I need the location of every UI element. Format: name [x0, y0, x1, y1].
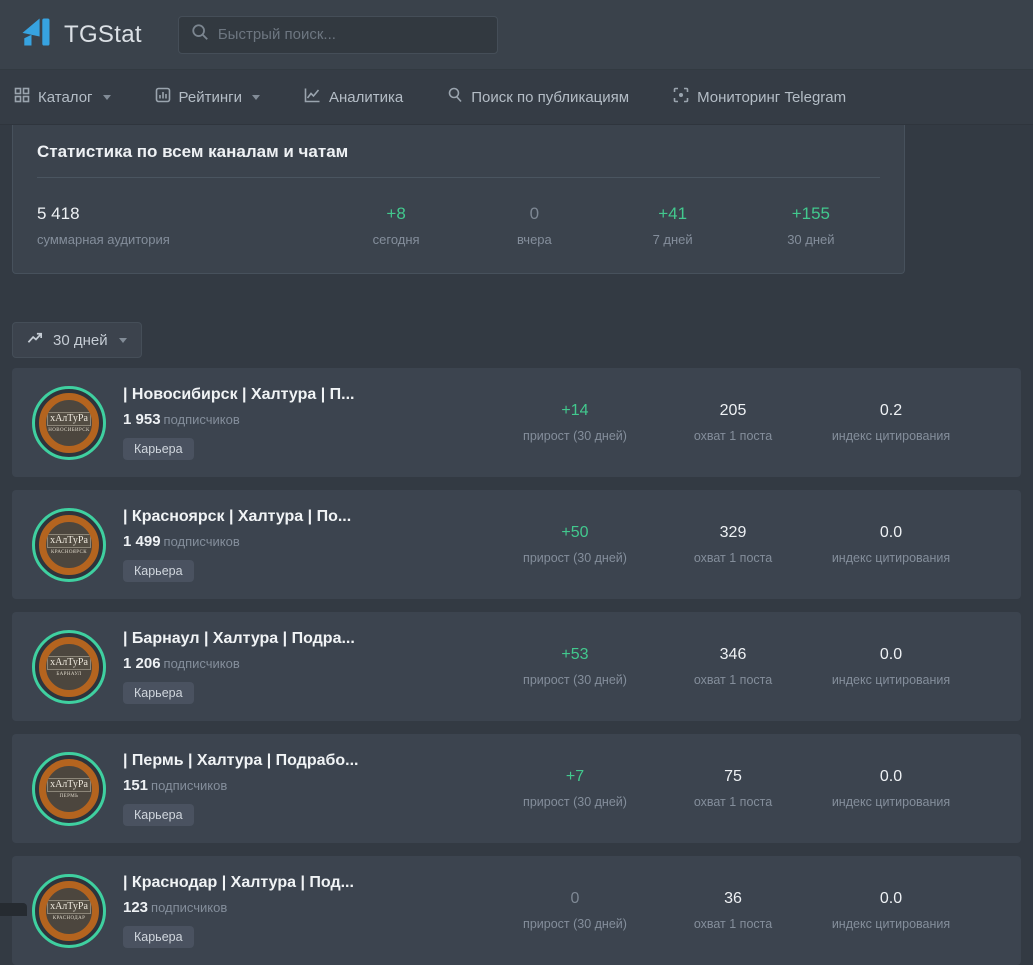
tgstat-logo-icon: [18, 14, 54, 55]
search-icon: [191, 23, 209, 46]
channel-row-krasnoyarsk[interactable]: хАлТуРа КРАСНОЯРСК | Красноярск | Халтур…: [12, 490, 1021, 599]
channel-avatar: хАлТуРа КРАСНОДАР: [32, 873, 106, 948]
stat-reach: 205 охват 1 поста: [693, 402, 773, 443]
bar-chart-icon: [155, 87, 171, 107]
nav-item-monitoring[interactable]: Мониторинг Telegram: [673, 87, 846, 107]
summary-card: Статистика по всем каналам и чатам 5 418…: [12, 125, 905, 274]
stat-reach: 329 охват 1 поста: [693, 524, 773, 565]
nav-item-catalog[interactable]: Каталог: [14, 87, 111, 107]
stat-reach: 36 охват 1 поста: [693, 890, 773, 931]
subscriber-count: 151 подписчиков: [123, 776, 228, 794]
stat-reach: 75 охват 1 поста: [693, 768, 773, 809]
channel-avatar: хАлТуРа БАРНАУЛ: [32, 629, 106, 704]
chevron-down-icon: [118, 337, 127, 343]
category-badge[interactable]: Карьера: [123, 681, 194, 704]
stat-citation-index: 0.2 индекс цитирования: [831, 402, 951, 443]
category-badge[interactable]: Карьера: [123, 803, 194, 826]
subscriber-count: 1 206 подписчиков: [123, 654, 240, 672]
nav-item-ratings[interactable]: Рейтинги: [155, 87, 260, 107]
channel-title[interactable]: | Краснодар | Халтура | Под...: [123, 874, 496, 892]
stat-reach: 346 охват 1 поста: [693, 646, 773, 687]
summary-stat-today: +8 сегодня: [372, 204, 420, 247]
quick-search: [177, 15, 498, 54]
main-nav: Каталог Рейтинги Аналитика Поиск по публ…: [0, 70, 1033, 125]
summary-stats: 5 418 суммарная аудитория +8 сегодня 0 в…: [37, 204, 880, 247]
nav-item-analytics[interactable]: Аналитика: [304, 87, 403, 107]
summary-stat-total: 5 418 суммарная аудитория: [37, 204, 170, 247]
channel-avatar: хАлТуРа НОВОСИБИРСК: [32, 385, 106, 460]
brand-name: TGStat: [64, 20, 142, 48]
scan-icon: [673, 87, 689, 107]
stat-citation-index: 0.0 индекс цитирования: [831, 768, 951, 809]
summary-stat-yesterday: 0 вчера: [516, 204, 552, 247]
grid-icon: [14, 87, 30, 107]
channel-row-novosibirsk[interactable]: хАлТуРа НОВОСИБИРСК | Новосибирск | Халт…: [12, 368, 1021, 477]
chevron-down-icon: [102, 94, 111, 100]
category-badge[interactable]: Карьера: [123, 437, 194, 460]
line-chart-icon: [304, 87, 321, 107]
summary-stat-30days: +155 30 дней: [787, 204, 835, 247]
stat-growth: +14 прирост (30 дней): [523, 402, 627, 443]
channel-avatar: хАлТуРа ПЕРМЬ: [32, 751, 106, 826]
chevron-down-icon: [251, 94, 260, 100]
search-input[interactable]: [217, 26, 485, 43]
subscriber-count: 1 499 подписчиков: [123, 532, 240, 550]
channel-title[interactable]: | Барнаул | Халтура | Подра...: [123, 630, 496, 648]
stat-growth: +7 прирост (30 дней): [523, 768, 627, 809]
stat-growth: 0 прирост (30 дней): [523, 890, 627, 931]
channel-row-perm[interactable]: хАлТуРа ПЕРМЬ | Пермь | Халтура | Подраб…: [12, 734, 1021, 843]
nav-item-publication-search[interactable]: Поиск по публикациям: [447, 87, 629, 107]
category-badge[interactable]: Карьера: [123, 559, 194, 582]
channel-row-krasnodar[interactable]: хАлТуРа КРАСНОДАР | Краснодар | Халтура …: [12, 856, 1021, 965]
header: TGStat: [0, 0, 1033, 70]
stat-growth: +53 прирост (30 дней): [523, 646, 627, 687]
stat-citation-index: 0.0 индекс цитирования: [831, 890, 951, 931]
subscriber-count: 123 подписчиков: [123, 898, 228, 916]
category-badge[interactable]: Карьера: [123, 925, 194, 948]
summary-stat-7days: +41 7 дней: [652, 204, 693, 247]
channel-title[interactable]: | Новосибирск | Халтура | П...: [123, 386, 496, 404]
trending-up-icon: [27, 331, 44, 349]
channel-list: хАлТуРа НОВОСИБИРСК | Новосибирск | Халт…: [12, 368, 1021, 965]
brand-logo[interactable]: TGStat: [18, 14, 142, 55]
stat-citation-index: 0.0 индекс цитирования: [831, 646, 951, 687]
subscriber-count: 1 953 подписчиков: [123, 410, 240, 428]
search-publications-icon: [447, 87, 463, 107]
stat-growth: +50 прирост (30 дней): [523, 524, 627, 565]
period-dropdown-button[interactable]: 30 дней: [12, 322, 142, 358]
divider: [37, 177, 880, 178]
stat-citation-index: 0.0 индекс цитирования: [831, 524, 951, 565]
channel-title[interactable]: | Пермь | Халтура | Подрабо...: [123, 752, 496, 770]
bottom-left-widget[interactable]: [0, 903, 27, 916]
summary-title: Статистика по всем каналам и чатам: [37, 142, 349, 161]
channel-title[interactable]: | Красноярск | Халтура | По...: [123, 508, 496, 526]
channel-avatar: хАлТуРа КРАСНОЯРСК: [32, 507, 106, 582]
channel-row-barnaul[interactable]: хАлТуРа БАРНАУЛ | Барнаул | Халтура | По…: [12, 612, 1021, 721]
